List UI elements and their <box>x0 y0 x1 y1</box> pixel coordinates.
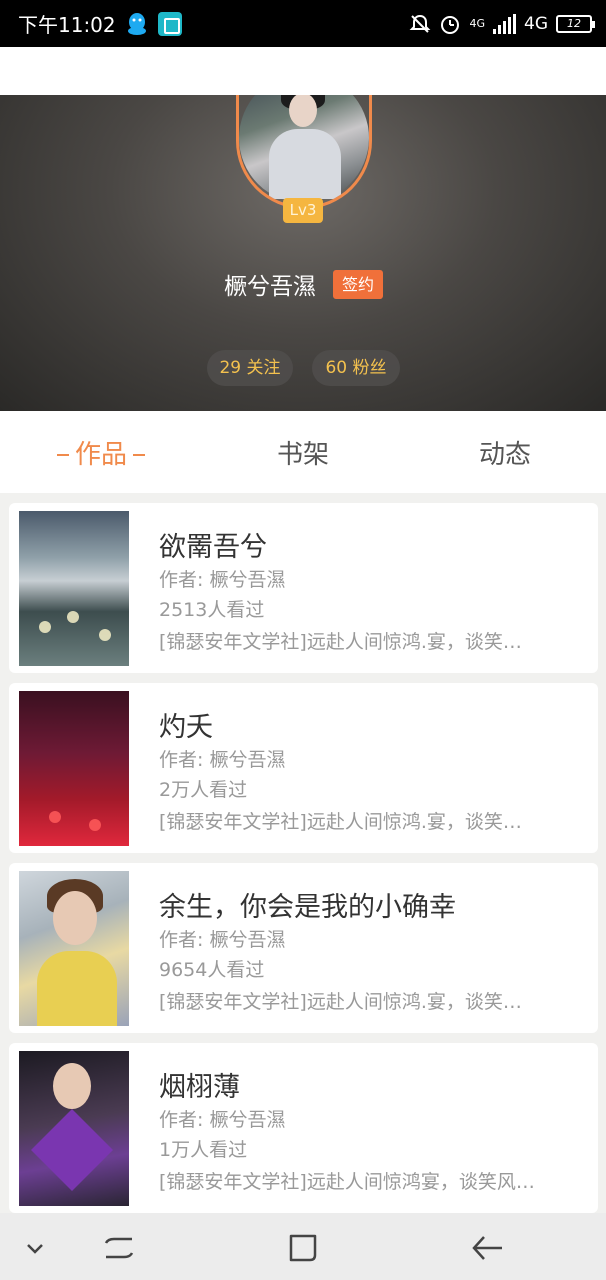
battery-level: 12 <box>567 16 581 30</box>
tab-indicator-left <box>56 454 69 456</box>
scan-icon <box>157 11 182 36</box>
tab-label: 作品 <box>74 439 127 470</box>
book-cover <box>19 691 129 846</box>
book-cover <box>19 511 129 666</box>
book-card[interactable]: 灼夭 作者: 橛兮吾濕 2万人看过 [锦瑟安年文学社]远赴人间惊鸿.宴，谈笑… <box>9 683 598 853</box>
book-card[interactable]: 欲罱吾兮 作者: 橛兮吾濕 2513人看过 [锦瑟安年文学社]远赴人间惊鸿.宴，… <box>9 503 598 673</box>
book-description: [锦瑟安年文学社]远赴人间惊鸿.宴，谈笑… <box>159 631 522 653</box>
tab-indicator-right <box>133 454 145 456</box>
network-small: 4G <box>469 17 485 30</box>
avatar[interactable] <box>236 95 372 209</box>
following-count[interactable]: 29 关注 <box>207 350 293 386</box>
profile-tabs: 作品 书架 动态 <box>0 411 606 493</box>
book-author: 作者: 橛兮吾濕 <box>159 569 286 591</box>
book-card[interactable]: 余生，你会是我的小确幸 作者: 橛兮吾濕 9654人看过 [锦瑟安年文学社]远赴… <box>9 863 598 1033</box>
system-nav-bar <box>0 1213 606 1280</box>
battery-icon: 12 <box>556 14 595 33</box>
tab-works[interactable]: 作品 <box>0 434 202 471</box>
book-cover <box>19 871 129 1026</box>
book-title: 烟栩薄 <box>159 1072 240 1103</box>
book-list: 欲罱吾兮 作者: 橛兮吾濕 2513人看过 [锦瑟安年文学社]远赴人间惊鸿.宴，… <box>9 503 598 1223</box>
home-icon[interactable] <box>286 1231 320 1265</box>
followers-count[interactable]: 60 粉丝 <box>312 350 400 386</box>
qq-icon <box>127 12 146 35</box>
book-author: 作者: 橛兮吾濕 <box>159 929 286 951</box>
network-label: 4G <box>524 13 548 34</box>
level-badge: Lv3 <box>283 198 323 223</box>
book-author: 作者: 橛兮吾濕 <box>159 749 286 771</box>
profile-header: Lv3 橛兮吾濕 签约 29 关注 60 粉丝 <box>0 95 606 411</box>
recent-apps-icon[interactable] <box>102 1231 136 1265</box>
book-title: 灼夭 <box>159 712 213 743</box>
mute-bell-icon <box>410 14 431 33</box>
book-author: 作者: 橛兮吾濕 <box>159 1109 286 1131</box>
top-app-bar <box>0 47 606 95</box>
book-cover <box>19 1051 129 1206</box>
username: 橛兮吾濕 <box>224 274 316 300</box>
book-description: [锦瑟安年文学社]远赴人间惊鸿宴，谈笑风… <box>159 1171 535 1193</box>
book-description: [锦瑟安年文学社]远赴人间惊鸿.宴，谈笑… <box>159 811 522 833</box>
tab-bookshelf[interactable]: 书架 <box>202 434 404 471</box>
signal-icon <box>493 13 516 34</box>
book-card[interactable]: 烟栩薄 作者: 橛兮吾濕 1万人看过 [锦瑟安年文学社]远赴人间惊鸿宴，谈笑风… <box>9 1043 598 1213</box>
book-views: 9654人看过 <box>159 959 265 981</box>
book-title: 余生，你会是我的小确幸 <box>159 892 456 923</box>
book-views: 2万人看过 <box>159 779 248 801</box>
book-description: [锦瑟安年文学社]远赴人间惊鸿.宴，谈笑… <box>159 991 522 1013</box>
book-views: 2513人看过 <box>159 599 265 621</box>
signed-badge: 签约 <box>333 270 383 299</box>
book-views: 1万人看过 <box>159 1139 248 1161</box>
back-icon[interactable] <box>470 1231 504 1265</box>
tab-label: 书架 <box>276 439 329 470</box>
status-time: 下午11:02 <box>18 13 116 37</box>
alarm-icon <box>441 15 460 34</box>
status-bar: 下午11:02 4G 4G 12 <box>0 0 606 47</box>
tab-activity[interactable]: 动态 <box>404 434 606 471</box>
chevron-down-icon[interactable] <box>18 1231 52 1265</box>
book-title: 欲罱吾兮 <box>159 532 267 563</box>
tab-label: 动态 <box>478 439 531 470</box>
